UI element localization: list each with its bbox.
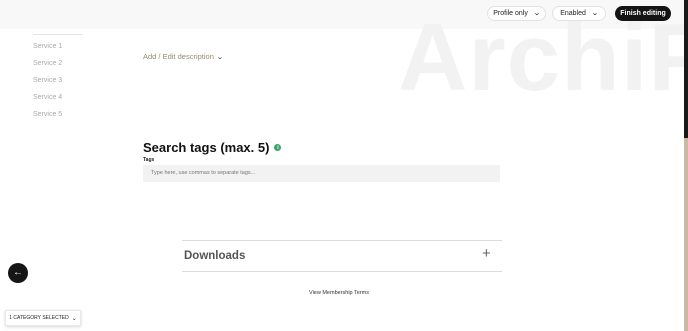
back-button[interactable]: ← [8,263,28,283]
downloads-bottom-divider [182,271,502,272]
add-edit-description-toggle[interactable]: Add / Edit description ⌄ [143,52,224,61]
divider [33,34,83,35]
category-selected-label: 1 CATEGORY SELECTED [9,315,69,321]
sidebar-item-service-4[interactable]: Service 4 [33,92,83,109]
status-select-label: Enabled [560,10,586,17]
chevron-down-icon: ⌄ [532,10,541,17]
chevron-down-icon: ⌄ [71,315,77,322]
search-tags-title: Search tags (max. 5) [143,140,270,155]
add-edit-description-label: Add / Edit description [143,52,214,61]
service-list: Service 1 Service 2 Service 3 Service 4 … [33,34,83,126]
downloads-heading: Downloads [184,250,246,262]
scrollbar-thumb[interactable] [684,138,688,331]
downloads-top-divider [182,240,502,241]
visibility-select[interactable]: Profile only ⌄ [487,6,546,21]
chevron-down-icon: ⌄ [215,53,224,61]
sidebar-item-service-1[interactable]: Service 1 [33,41,83,58]
sidebar-item-service-3[interactable]: Service 3 [33,75,83,92]
scrollbar-upper [684,0,688,138]
sidebar-item-service-5[interactable]: Service 5 [33,109,83,126]
arrow-left-icon: ← [13,267,23,278]
plus-icon[interactable]: + [482,246,491,261]
info-icon[interactable]: i [274,144,282,151]
watermark-text: ArchiP [398,10,688,106]
tags-field-label: Tags [143,157,155,163]
sidebar-item-service-2[interactable]: Service 2 [33,58,83,75]
finish-editing-button[interactable]: Finish editing [615,6,671,21]
status-select[interactable]: Enabled ⌄ [552,6,606,21]
search-tags-heading: Search tags (max. 5) i [143,140,282,155]
chevron-down-icon: ⌄ [591,10,599,17]
membership-terms-link[interactable]: View Membership Terms [309,290,369,296]
tags-input[interactable] [143,165,500,182]
visibility-select-label: Profile only [493,10,528,17]
category-selected-dropdown[interactable]: 1 CATEGORY SELECTED ⌄ [5,310,81,326]
